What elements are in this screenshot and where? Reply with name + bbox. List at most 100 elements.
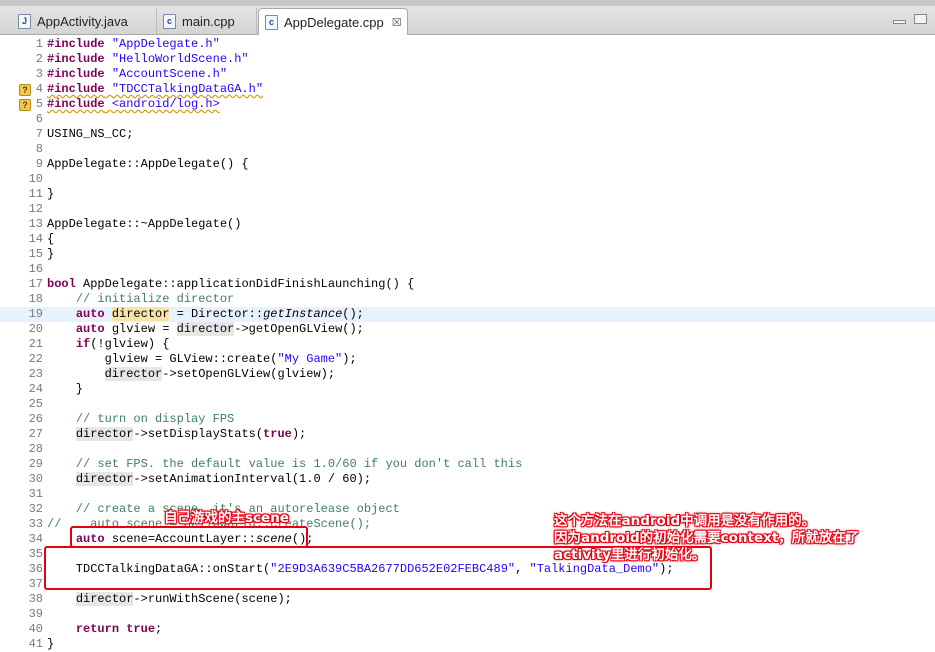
code-text: #include "HelloWorldScene.h"	[47, 52, 249, 67]
line-number: 14	[28, 232, 43, 246]
context-annotation: 这个方法在android中调用是没有作用的。 因为android的初始化需要co…	[554, 513, 859, 564]
code-token: );	[342, 352, 357, 366]
code-line[interactable]: 4 #include "TDCCTalkingDataGA.h"	[0, 82, 935, 97]
code-text: #include "TDCCTalkingDataGA.h"	[47, 82, 263, 97]
code-line[interactable]: 38 director->runWithScene(scene);	[0, 592, 935, 607]
code-line[interactable]: 27 director->setDisplayStats(true);	[0, 427, 935, 442]
scene-annotation-box	[70, 526, 308, 548]
code-token: director	[75, 592, 134, 606]
maximize-icon[interactable]	[914, 14, 927, 24]
line-number: 12	[28, 202, 43, 216]
code-text: #include "AccountScene.h"	[47, 67, 227, 82]
code-token: = Director::	[169, 307, 264, 321]
code-line[interactable]: 17 bool AppDelegate::applicationDidFinish…	[0, 277, 935, 292]
code-token: ;	[155, 622, 163, 636]
code-line[interactable]: 23 director->setOpenGLView(glview);	[0, 367, 935, 382]
line-number: 34	[28, 532, 43, 546]
editor-tab-bar: J AppActivity.java c main.cpp c AppDeleg…	[0, 0, 935, 35]
code-line[interactable]: 6	[0, 112, 935, 127]
code-token: getInstance	[263, 307, 343, 321]
code-line[interactable]: 28	[0, 442, 935, 457]
tab-appactivity-java[interactable]: J AppActivity.java	[12, 8, 157, 34]
code-token: ->getOpenGLView();	[234, 322, 364, 336]
scene-annotation-text: 自己游戏的主scene	[164, 510, 289, 526]
line-number: 40	[28, 622, 43, 636]
cpp-file-icon: c	[163, 13, 176, 29]
code-line[interactable]: 41}	[0, 637, 935, 652]
code-line[interactable]: 13 AppDelegate::~AppDelegate()	[0, 217, 935, 232]
code-line[interactable]: 24 }	[0, 382, 935, 397]
code-line[interactable]: 30 director->setAnimationInterval(1.0 / …	[0, 472, 935, 487]
code-token: "My Game"	[277, 352, 343, 366]
code-token: ->setDisplayStats(	[133, 427, 264, 441]
warning-marker-icon[interactable]: ?	[19, 99, 31, 111]
line-number: 33	[28, 517, 43, 531]
code-line[interactable]: 18 // initialize director	[0, 292, 935, 307]
line-number: 15	[28, 247, 43, 261]
code-token: true	[126, 622, 156, 636]
line-number: 1	[35, 37, 43, 51]
code-line[interactable]: 11}	[0, 187, 935, 202]
code-text: director->setAnimationInterval(1.0 / 60)…	[47, 472, 371, 487]
line-number: 18	[28, 292, 43, 306]
code-line[interactable]: 8	[0, 142, 935, 157]
code-token: }	[47, 247, 55, 261]
code-line[interactable]: 21 if(!glview) {	[0, 337, 935, 352]
code-line[interactable]: 5 #include <android/log.h>	[0, 97, 935, 112]
code-line[interactable]: 2 #include "HelloWorldScene.h"	[0, 52, 935, 67]
code-line[interactable]: 15}	[0, 247, 935, 262]
warning-marker-icon[interactable]: ?	[19, 84, 31, 96]
code-token: AppDelegate::applicationDidFinishLaunchi…	[75, 277, 415, 291]
code-text: director->runWithScene(scene);	[47, 592, 292, 607]
tab-main-cpp[interactable]: c main.cpp	[157, 8, 257, 34]
code-line[interactable]: 12	[0, 202, 935, 217]
code-token: "AppDelegate.h"	[111, 37, 220, 51]
code-token: "TDCCTalkingDataGA.h"	[111, 82, 264, 96]
code-line[interactable]: 39	[0, 607, 935, 622]
line-number: 26	[28, 412, 43, 426]
code-editor[interactable]: 1 #include "AppDelegate.h" 2 #include "Hell…	[0, 35, 935, 651]
code-line[interactable]: 10	[0, 172, 935, 187]
line-number: 11	[28, 187, 43, 201]
code-line[interactable]: 25	[0, 397, 935, 412]
cpp-file-icon: c	[265, 14, 278, 30]
code-line[interactable]: 22 glview = GLView::create("My Game");	[0, 352, 935, 367]
tab-appdelegate-cpp[interactable]: c AppDelegate.cpp ☒	[258, 8, 408, 35]
close-tab-icon[interactable]: ☒	[392, 16, 402, 29]
code-text: bool AppDelegate::applicationDidFinishLa…	[47, 277, 414, 292]
code-text: USING_NS_CC;	[47, 127, 133, 142]
code-line[interactable]: 29 // set FPS. the default value is 1.0/…	[0, 457, 935, 472]
code-token: ->runWithScene(scene);	[133, 592, 292, 606]
code-text: glview = GLView::create("My Game");	[47, 352, 357, 367]
code-text: }	[47, 187, 54, 202]
code-line[interactable]: 14 {	[0, 232, 935, 247]
code-line[interactable]: 26 // turn on display FPS	[0, 412, 935, 427]
line-number: 16	[28, 262, 43, 276]
code-line[interactable]: 16	[0, 262, 935, 277]
code-line[interactable]: 3 #include "AccountScene.h"	[0, 67, 935, 82]
code-line[interactable]: 31	[0, 487, 935, 502]
code-line[interactable]: 7 USING_NS_CC;	[0, 127, 935, 142]
line-number: 17	[28, 277, 43, 291]
code-token: if	[75, 337, 91, 351]
code-line[interactable]: 40 return true;	[0, 622, 935, 637]
code-token: "HelloWorldScene.h"	[111, 52, 249, 66]
code-line[interactable]: 9 AppDelegate::AppDelegate() {	[0, 157, 935, 172]
window-top-strip	[0, 0, 935, 6]
code-line[interactable]: 1 #include "AppDelegate.h"	[0, 37, 935, 52]
code-line[interactable]: 19 auto director = Director::getInstance…	[0, 307, 935, 322]
line-number: 6	[35, 112, 43, 126]
code-line[interactable]: 20 auto glview = director->getOpenGLView…	[0, 322, 935, 337]
code-text: }	[47, 637, 54, 652]
line-number: 29	[28, 457, 43, 471]
minimize-icon[interactable]	[893, 20, 906, 24]
